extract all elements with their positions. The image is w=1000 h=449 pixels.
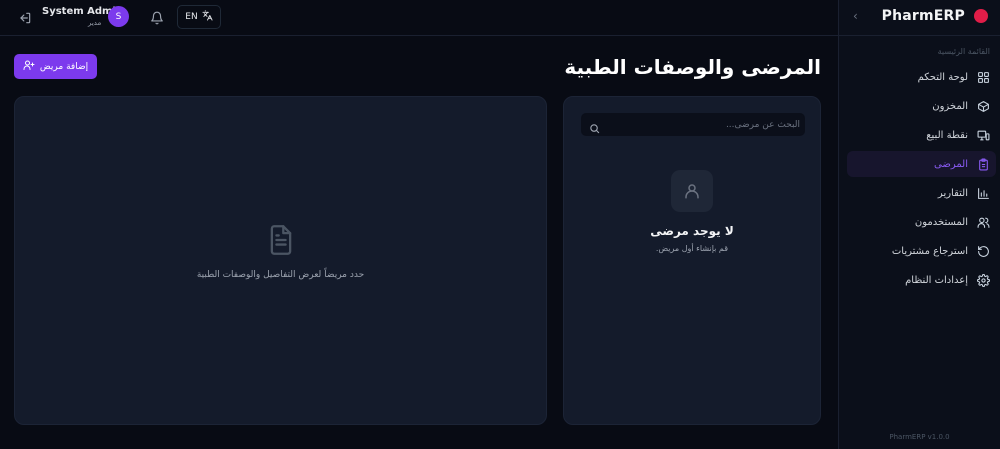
- sidebar-item-dashboard[interactable]: لوحة التحكم: [847, 64, 996, 90]
- version-label: PharmERP v1.0.0: [889, 433, 950, 441]
- logout-icon[interactable]: [18, 10, 32, 24]
- sidebar-item-users[interactable]: المستخدمون: [847, 209, 996, 235]
- sidebar-item-label: لوحة التحكم: [917, 71, 968, 83]
- avatar[interactable]: S: [108, 6, 129, 27]
- sidebar-item-settings[interactable]: إعدادات النظام: [847, 267, 996, 293]
- page-title: المرضى والوصفات الطبية: [564, 55, 821, 79]
- brand-name: PharmERP: [881, 8, 965, 24]
- dashboard-grid-icon: [976, 70, 990, 84]
- brand-bar: ‹ PharmERP: [839, 0, 1000, 36]
- patients-list-panel: لا يوجد مرضى قم بإنشاء أول مريض.: [563, 96, 821, 425]
- empty-state-subtitle: قم بإنشاء أول مريض.: [655, 244, 729, 253]
- search-input[interactable]: [604, 114, 800, 135]
- sidebar-item-label: إعدادات النظام: [905, 274, 968, 286]
- monitor-icon: [976, 128, 990, 142]
- sidebar-item-pos[interactable]: نقطة البيع: [847, 122, 996, 148]
- empty-state-title: لا يوجد مرضى: [650, 224, 734, 238]
- sidebar-item-purchase-returns[interactable]: استرجاع مشتريات: [847, 238, 996, 264]
- sidebar-item-label: نقطة البيع: [926, 129, 968, 141]
- sidebar-item-inventory[interactable]: المخزون: [847, 93, 996, 119]
- users-icon: [976, 215, 990, 229]
- language-label: EN: [185, 12, 198, 22]
- rotate-icon: [976, 244, 990, 258]
- add-patient-label: إضافة مريض: [39, 61, 89, 72]
- add-patient-button[interactable]: إضافة مريض: [14, 54, 97, 79]
- sidebar-item-label: المرضى: [934, 158, 968, 170]
- box-icon: [976, 99, 990, 113]
- top-header: System Admin مدير S EN: [0, 0, 838, 36]
- user-placeholder-icon: [671, 170, 713, 212]
- user-role: مدير: [88, 19, 102, 27]
- gear-icon: [976, 273, 990, 287]
- language-toggle-button[interactable]: EN: [177, 5, 221, 29]
- sidebar-item-reports[interactable]: التقارير: [847, 180, 996, 206]
- user-plus-icon: [23, 59, 35, 74]
- sidebar-item-label: استرجاع مشتريات: [891, 245, 968, 257]
- sidebar-item-patients[interactable]: المرضى: [847, 151, 996, 177]
- sidebar-section-label: القائمة الرئيسية: [937, 47, 990, 56]
- sidebar-item-label: المخزون: [932, 100, 968, 112]
- chevron-left-icon[interactable]: ‹: [853, 9, 858, 23]
- clipboard-icon: [976, 157, 990, 171]
- bar-chart-icon: [976, 186, 990, 200]
- document-icon: [267, 224, 295, 256]
- search-box: [581, 113, 805, 136]
- search-icon: [589, 119, 600, 134]
- sidebar: ‹ PharmERP القائمة الرئيسية لوحة التحكم …: [838, 0, 1000, 449]
- detail-empty-hint: حدد مريضاً لعرض التفاصيل والوصفات الطبية: [196, 270, 365, 280]
- sidebar-nav: لوحة التحكم المخزون نقطة البيع المرضى ال…: [847, 64, 996, 296]
- sidebar-item-label: المستخدمون: [914, 216, 968, 228]
- translate-icon: [202, 10, 213, 24]
- bell-icon[interactable]: [150, 10, 164, 25]
- brand-logo-dot: [974, 9, 988, 23]
- patient-detail-panel: حدد مريضاً لعرض التفاصيل والوصفات الطبية: [14, 96, 547, 425]
- sidebar-item-label: التقارير: [937, 187, 968, 199]
